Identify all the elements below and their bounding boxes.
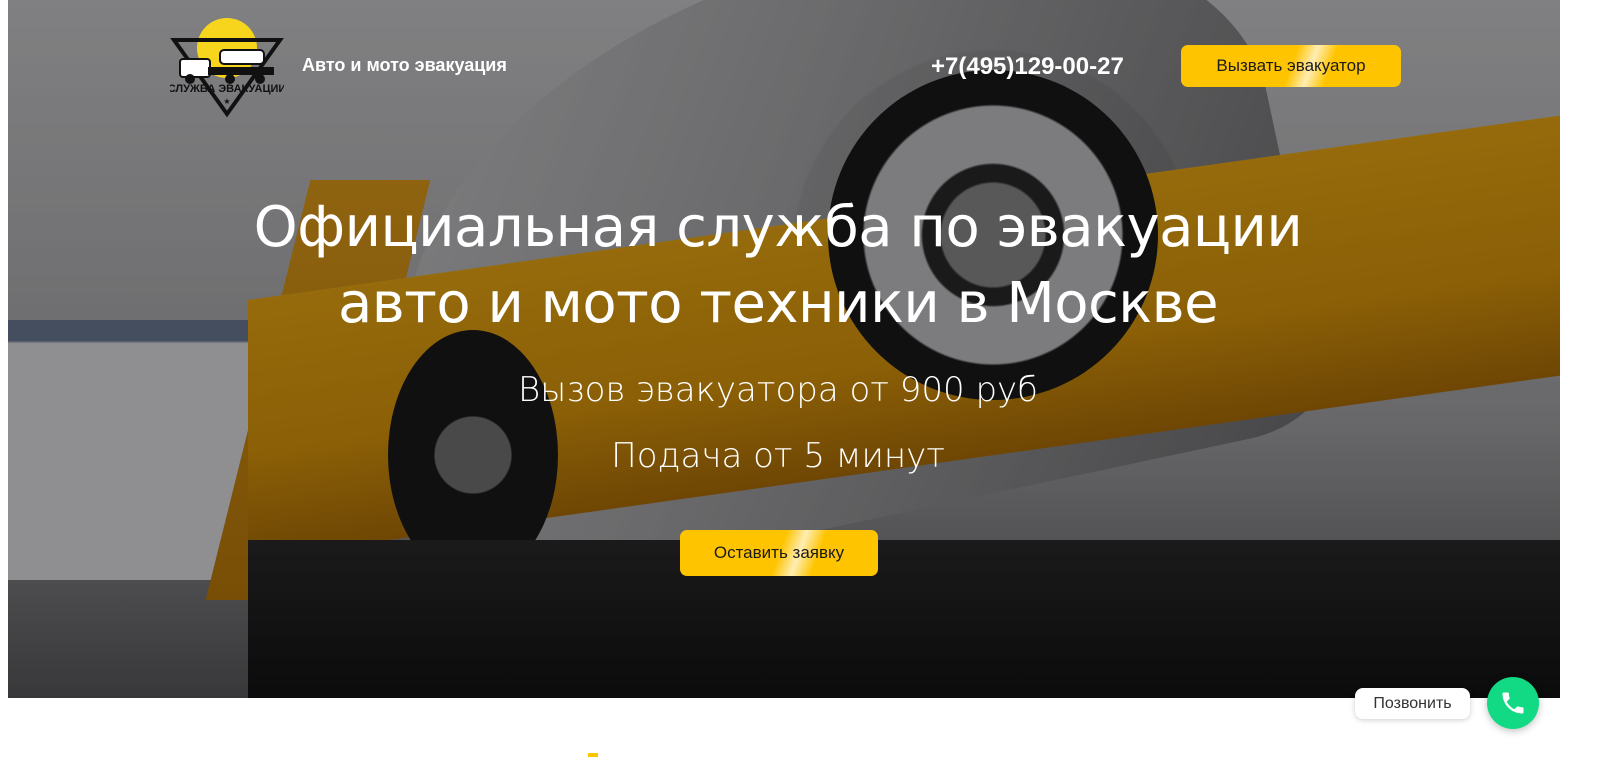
hero-headline-line2: авто и мото техники в Москве [337, 271, 1219, 336]
hero-time-text: Подача от 5 минут [611, 436, 945, 476]
header-phone-link[interactable]: +7(495)129-00-27 [931, 53, 1124, 81]
submit-request-button[interactable]: Оставить заявку [680, 530, 878, 576]
logo-truck-bed-icon [208, 67, 274, 75]
logo-text: СЛУЖБА ЭВАКУАЦИИ [170, 83, 284, 95]
hero-price-text: Вызов эвакуатора от 900 руб [518, 370, 1038, 410]
logo[interactable]: СЛУЖБА ЭВАКУАЦИИ ★ [170, 14, 284, 118]
logo-truck-cab-icon [179, 58, 211, 78]
hero-headline-line1: Официальная служба по эвакуации [253, 195, 1303, 260]
svg-text:★: ★ [223, 97, 230, 106]
callback-button[interactable] [1487, 677, 1539, 729]
submit-request-button-label: Оставить заявку [713, 543, 845, 562]
call-tow-truck-button-label: Вызвать эвакуатор [1216, 56, 1366, 75]
call-tow-truck-button[interactable]: Вызвать эвакуатор [1181, 45, 1401, 87]
header-tagline: Авто и мото эвакуация [302, 55, 507, 75]
section-accent-dash [588, 753, 598, 757]
phone-icon [1502, 692, 1524, 714]
callback-label[interactable]: Позвонить [1355, 688, 1470, 719]
hero-headline: Официальная служба по эвакуации авто и м… [250, 190, 1306, 342]
logo-car-icon [219, 49, 265, 65]
